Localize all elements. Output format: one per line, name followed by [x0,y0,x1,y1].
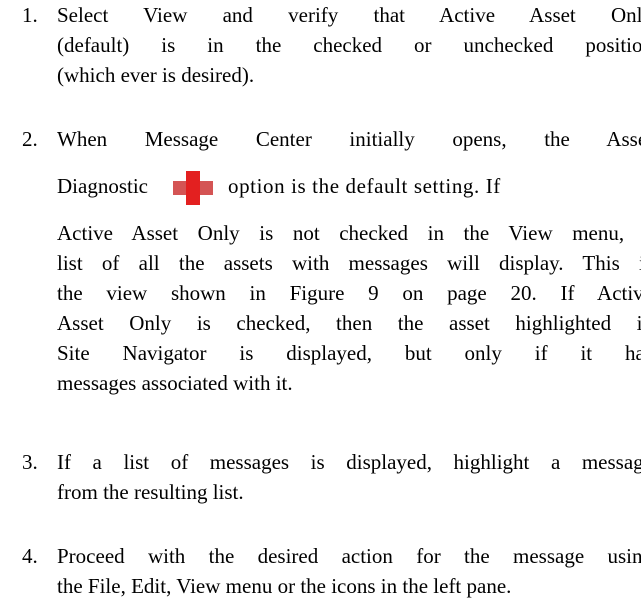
step-number: 1. [22,3,38,27]
red-cross-icon [172,170,214,206]
step-line: the File, Edit, View menu or the icons i… [57,574,512,598]
step-line: messages associated with it. [57,371,293,395]
step-text: If a list of messages is displayed, high… [57,447,641,507]
step-text: Select View and verify that Active Asset… [57,0,641,90]
step-line: option is the default setting. If [227,174,501,198]
step-number: 2. [22,127,38,151]
step-line: Proceed with the desired action for the … [57,544,641,568]
step-number: 3. [22,450,38,474]
step-line: the view shown in Figure 9 on page 20. I… [57,281,641,305]
step-line: Active Asset Only is not checked in the … [57,221,641,245]
step-line: When Message Center initially opens, the… [57,127,641,151]
step-text: Proceed with the desired action for the … [57,541,641,601]
step-line: from the resulting list. [57,480,244,504]
step-line: Site Navigator is displayed, but only if… [57,341,641,365]
step-line: (default) is in the checked or unchecked… [57,33,641,57]
step-line: Asset Only is checked, then the asset hi… [57,311,641,335]
step-number: 4. [22,544,38,568]
step-line: If a list of messages is displayed, high… [57,450,641,474]
step-line: list of all the assets with messages wil… [57,251,641,275]
step-line: (which ever is desired). [57,63,255,87]
step-line-with-icon: Diagnostic option is the default setting… [57,160,641,212]
diagnostic-label: Diagnostic [57,174,148,198]
step-line: Select View and verify that Active Asset… [57,3,641,27]
step-text: When Message Center initially opens, the… [57,124,641,398]
